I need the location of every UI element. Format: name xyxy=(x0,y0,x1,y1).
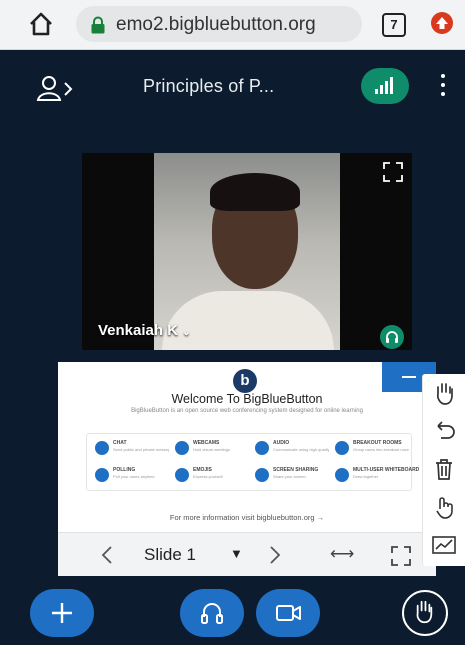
presentation-slide: b Welcome To BigBlueButton BigBlueButton… xyxy=(58,362,436,532)
kebab-menu-icon[interactable] xyxy=(438,74,448,102)
expand-icon[interactable] xyxy=(382,161,404,183)
fullscreen-button[interactable] xyxy=(390,545,412,567)
url-bar[interactable]: emo2.bigbluebutton.org xyxy=(76,6,362,42)
hand-icon xyxy=(416,600,433,624)
video-user-name[interactable]: Venkaiah K ⌄ xyxy=(98,322,191,339)
feature-item: EMOJIS Express yourself xyxy=(171,464,249,488)
feature-item: BREAKOUT ROOMS Group users into breakout … xyxy=(331,437,409,461)
presentation-area[interactable]: b Welcome To BigBlueButton BigBlueButton… xyxy=(58,362,436,576)
signal-bars-icon xyxy=(375,77,393,94)
previous-slide-button[interactable] xyxy=(98,543,118,567)
feature-item: MULTI-USER WHITEBOARD Draw together xyxy=(331,464,419,488)
slide-title: Welcome To BigBlueButton xyxy=(171,392,323,406)
audio-button[interactable] xyxy=(180,589,244,637)
feature-item: POLLING Poll your users anytime xyxy=(91,464,169,488)
app-header: Principles of P... xyxy=(0,50,465,130)
video-camera-button[interactable] xyxy=(256,589,320,637)
line-chart-icon[interactable] xyxy=(429,530,459,560)
browser-toolbar: emo2.bigbluebutton.org 7 xyxy=(0,0,465,50)
connection-status-button[interactable] xyxy=(361,68,409,104)
hand-icon[interactable] xyxy=(429,378,459,408)
feature-item: WEBCAMS Hold visual meetings xyxy=(171,437,249,461)
actions-plus-button[interactable] xyxy=(30,589,94,637)
headphones-icon xyxy=(380,325,404,349)
raise-hand-button[interactable] xyxy=(402,590,448,636)
plus-icon xyxy=(52,603,72,623)
url-text: emo2.bigbluebutton.org xyxy=(116,14,316,35)
home-icon[interactable] xyxy=(28,11,54,37)
webcam-feed xyxy=(154,153,340,350)
user-chevron-icon[interactable] xyxy=(36,72,76,106)
slide-selector[interactable]: Slide 1 xyxy=(144,545,196,565)
trash-icon[interactable] xyxy=(429,454,459,484)
feature-item: SCREEN SHARING Share your screen xyxy=(251,464,329,488)
meeting-title: Principles of P... xyxy=(143,76,275,96)
slide-subtitle: BigBlueButton is an open source web conf… xyxy=(131,408,363,414)
presentation-toolbar: Slide 1 ▼ ⟷ xyxy=(58,532,436,576)
feature-grid: CHAT Send public and private messages WEB… xyxy=(86,433,419,491)
more-info-text: For more information visit bigbluebutton… xyxy=(169,513,325,522)
lock-icon xyxy=(91,16,105,34)
undo-icon[interactable] xyxy=(429,416,459,446)
chevron-down-icon: ⌄ xyxy=(182,327,191,338)
fit-to-width-button[interactable]: ⟷ xyxy=(330,544,354,564)
video-camera-icon xyxy=(276,605,301,621)
caret-down-icon[interactable]: ▼ xyxy=(230,546,243,561)
tab-switcher-button[interactable]: 7 xyxy=(382,13,406,37)
feature-item: AUDIOCommunicate using high quality audi… xyxy=(251,437,329,461)
feature-item: CHAT Send public and private messages xyxy=(91,437,169,461)
hand-pointer-icon[interactable] xyxy=(429,492,459,522)
bigbluebutton-logo: b xyxy=(233,369,257,393)
update-icon[interactable] xyxy=(431,12,453,34)
next-slide-button[interactable] xyxy=(264,543,284,567)
action-bar xyxy=(0,580,465,645)
headphones-icon xyxy=(201,603,223,624)
whiteboard-toolbar xyxy=(422,374,465,566)
webcam-video[interactable]: Venkaiah K ⌄ xyxy=(82,153,412,350)
